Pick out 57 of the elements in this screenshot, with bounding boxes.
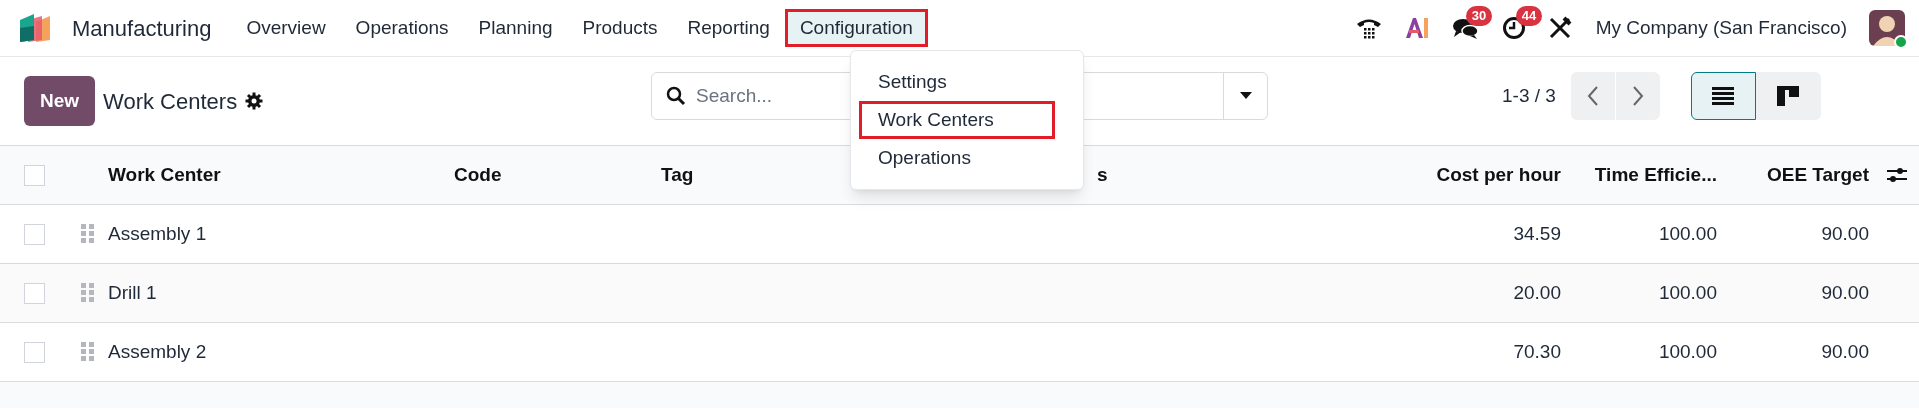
tools-icon[interactable] bbox=[1547, 16, 1572, 40]
search-icon bbox=[666, 86, 686, 106]
table-cell-text: 90.00 bbox=[1821, 280, 1869, 305]
column-header[interactable]: Cost per hour bbox=[1436, 160, 1561, 190]
checkbox[interactable] bbox=[24, 164, 45, 186]
drag-handle-icon[interactable] bbox=[81, 342, 94, 362]
menu-item[interactable]: Products bbox=[567, 9, 673, 47]
column-header[interactable]: s bbox=[1097, 160, 1108, 190]
count-badge: 44 bbox=[1515, 6, 1543, 26]
company-name[interactable]: My Company (San Francisco) bbox=[1595, 13, 1847, 43]
table-cell-text: 100.00 bbox=[1658, 280, 1717, 305]
column-header[interactable]: Time Efficie... bbox=[1594, 160, 1717, 190]
ai-logo-icon[interactable] bbox=[1403, 16, 1430, 40]
column-header[interactable]: Work Center bbox=[108, 160, 221, 190]
caret-icon[interactable] bbox=[1239, 92, 1252, 100]
table-cell-text: 34.59 bbox=[1513, 221, 1561, 246]
drag-handle-icon[interactable] bbox=[81, 224, 94, 244]
settings-icon[interactable] bbox=[245, 92, 264, 110]
menu-item[interactable]: Operations bbox=[340, 9, 464, 47]
checkbox[interactable] bbox=[24, 223, 45, 245]
menu-item[interactable]: Operations bbox=[859, 139, 1055, 177]
table-cell-text: Assembly 2 bbox=[108, 339, 207, 364]
column-header[interactable]: Tag bbox=[661, 160, 694, 190]
list-view-button[interactable] bbox=[1690, 72, 1756, 120]
pager-value[interactable]: 1-3 / 3 bbox=[1502, 81, 1556, 111]
menu-item[interactable]: Planning bbox=[463, 9, 568, 47]
kanban-view-button[interactable] bbox=[1755, 72, 1821, 120]
previous-button[interactable] bbox=[1570, 72, 1615, 120]
column-header[interactable]: Code bbox=[454, 160, 502, 190]
table-cell-text: 100.00 bbox=[1658, 339, 1717, 364]
checkbox[interactable] bbox=[24, 282, 45, 304]
new-button[interactable]: New bbox=[24, 76, 96, 126]
menu-item[interactable]: Overview bbox=[231, 9, 341, 47]
list-icon[interactable] bbox=[1712, 87, 1735, 105]
kanban-icon[interactable] bbox=[1777, 86, 1800, 106]
app-name[interactable]: Manufacturing bbox=[72, 11, 212, 45]
table-cell-text: 70.30 bbox=[1513, 339, 1561, 364]
chevron-right-icon[interactable] bbox=[1631, 86, 1644, 106]
menu-item[interactable]: Configuration bbox=[784, 9, 928, 47]
count-badge: 30 bbox=[1465, 6, 1493, 26]
table-cell-text: 100.00 bbox=[1658, 221, 1717, 246]
menu-item[interactable]: Settings bbox=[859, 63, 1055, 101]
table-cell-text: 90.00 bbox=[1821, 221, 1869, 246]
table-cell-text: Assembly 1 bbox=[108, 221, 207, 246]
checkbox[interactable] bbox=[24, 341, 45, 363]
next-button[interactable] bbox=[1615, 72, 1660, 120]
menu-item[interactable]: Reporting bbox=[672, 9, 785, 47]
table-cell-text: 20.00 bbox=[1513, 280, 1561, 305]
table-cell-text: Drill 1 bbox=[108, 280, 157, 305]
table-cell-text: 90.00 bbox=[1821, 339, 1869, 364]
user-avatar[interactable] bbox=[1869, 10, 1905, 46]
menu-item[interactable]: Work Centers bbox=[859, 101, 1055, 139]
chevron-left-icon[interactable] bbox=[1586, 86, 1599, 106]
drag-handle-icon[interactable] bbox=[81, 283, 94, 303]
page-title: Work Centers bbox=[103, 87, 238, 116]
column-settings-icon[interactable] bbox=[1887, 166, 1907, 184]
column-header[interactable]: OEE Target bbox=[1766, 160, 1869, 190]
